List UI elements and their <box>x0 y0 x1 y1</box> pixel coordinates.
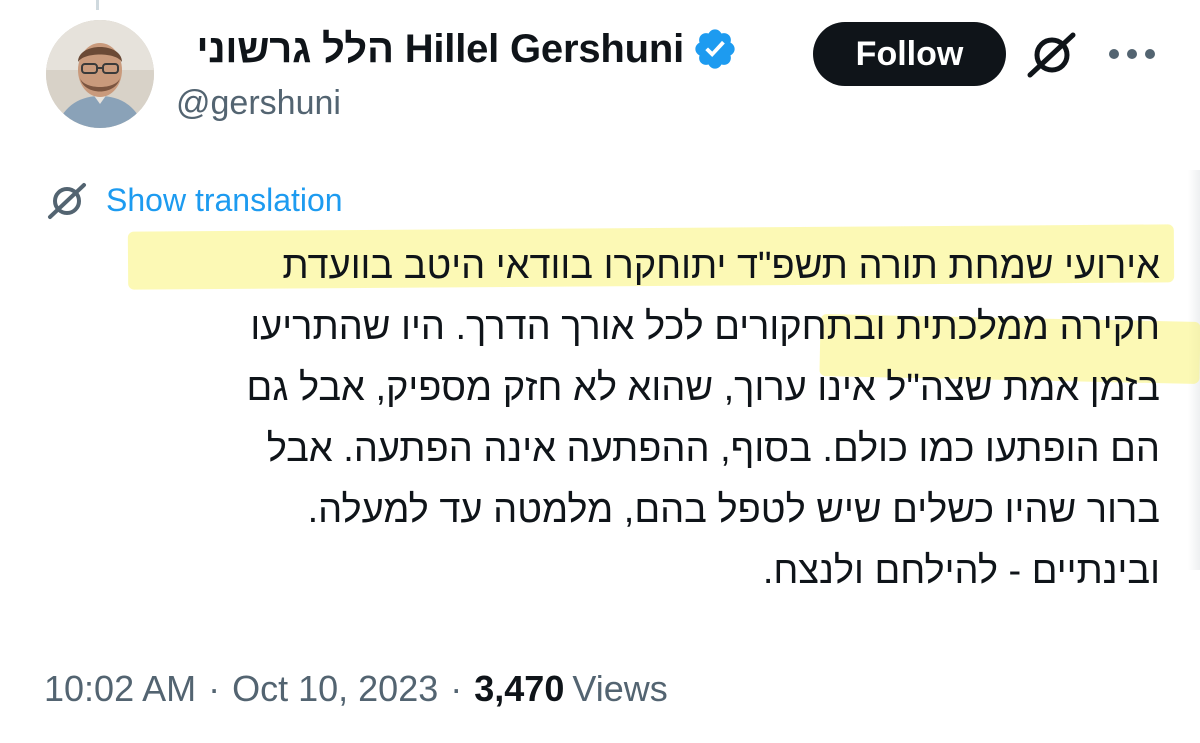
translation-row[interactable]: Show translation <box>44 180 343 220</box>
grok-translate-icon <box>48 183 86 219</box>
tweet-body: אירועי שמחת תורה תשפ"ד יתוחקרו בוודאי הי… <box>40 236 1160 602</box>
avatar[interactable] <box>46 20 154 128</box>
meta-separator: · <box>450 668 463 709</box>
grok-icon[interactable] <box>1023 30 1081 80</box>
tweet-date[interactable]: Oct 10, 2023 <box>232 668 438 710</box>
tweet-meta: 10:02 AM · Oct 10, 2023 · 3,470 Views <box>44 668 668 710</box>
meta-separator: · <box>208 668 221 709</box>
author-name-row[interactable]: הלל גרשוני Hillel Gershuni <box>196 26 738 72</box>
tweet-line: ברור שהיו כשלים שיש לטפל בהם, מלמטה עד ל… <box>307 489 1160 531</box>
more-icon[interactable] <box>1108 47 1156 61</box>
show-translation-link[interactable]: Show translation <box>106 182 343 219</box>
tweet-line: ובינתיים - להילחם ולנצח. <box>762 550 1160 592</box>
author-handle[interactable]: @gershuni <box>176 84 341 123</box>
author-display-name[interactable]: הלל גרשוני Hillel Gershuni <box>196 27 684 72</box>
thread-connector-line <box>96 0 99 10</box>
follow-button[interactable]: Follow <box>813 22 1006 86</box>
tweet-line: הם הופתעו כמו כולם. בסוף, ההפתעה אינה הפ… <box>266 428 1160 470</box>
person-photo-icon <box>46 20 154 128</box>
verified-badge-icon <box>695 29 735 69</box>
tweet-line: חקירה ממלכתית ובתחקורים לכל אורך הדרך. ה… <box>250 306 1160 348</box>
tweet-time[interactable]: 10:02 AM <box>44 668 196 710</box>
tweet-line: בזמן אמת שצה"ל אינו ערוך, שהוא לא חזק מס… <box>246 367 1160 409</box>
views-count: 3,470 <box>474 668 565 709</box>
views-label: Views <box>572 668 668 709</box>
tweet-line: אירועי שמחת תורה תשפ"ד יתוחקרו בוודאי הי… <box>282 245 1160 287</box>
